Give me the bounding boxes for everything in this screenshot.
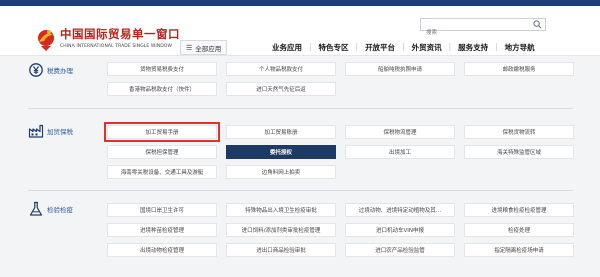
search-box <box>420 18 546 39</box>
app-item[interactable]: 香港物品税款支付（快件） <box>107 82 217 96</box>
all-apps-button[interactable]: ☰ 全部应用 <box>180 40 228 55</box>
app-item[interactable]: 货物贸易税费支付 <box>107 62 217 76</box>
factory-icon <box>28 124 44 138</box>
app-item[interactable]: 个人物品税款支付 <box>226 62 336 76</box>
nav-local-navigation[interactable]: 地方导航 <box>505 42 535 53</box>
nav-business-apps[interactable]: 业务应用 <box>272 42 302 53</box>
category-header: 加贸保税 <box>28 123 102 139</box>
category-label: 税费办理 <box>47 67 73 75</box>
search-icon[interactable] <box>533 20 542 29</box>
menu-icon: ☰ <box>186 43 193 52</box>
category-divider <box>28 108 573 109</box>
app-item[interactable]: 国境口岸卫生许可 <box>107 203 217 217</box>
nav-open-platform[interactable]: 开放平台 <box>365 42 395 53</box>
app-item[interactable]: 进口农产品检验监管 <box>345 243 455 257</box>
category-header: 检验检疫 <box>28 201 102 217</box>
app-item[interactable]: 邮政缴税服务 <box>464 62 574 76</box>
app-item[interactable]: 特殊物品出入境卫生检疫审批 <box>226 203 336 217</box>
app-item[interactable]: 过境动物、进境特定动植物及其… <box>345 203 455 217</box>
flask-icon <box>29 201 43 216</box>
logo-title[interactable]: 中国国际贸易单一窗口 <box>60 26 180 42</box>
logo-subtitle: CHINA INTERNATIONAL TRADE SINGLE WINDOW <box>60 44 173 49</box>
nav-service-support[interactable]: 服务支持 <box>458 42 488 53</box>
category-label: 加贸保税 <box>47 128 73 136</box>
app-item[interactable]: 出境动物检疫管理 <box>107 243 217 257</box>
app-item[interactable]: 船舶吨税执照申请 <box>345 62 455 76</box>
all-apps-label: 全部应用 <box>195 44 222 53</box>
app-item[interactable]: 进口机动车VIN申报 <box>345 223 455 237</box>
single-window-logo-icon[interactable] <box>35 26 57 52</box>
app-item[interactable]: 海关特殊监管区域 <box>464 145 574 159</box>
app-item[interactable]: 海南零关税设备、交通工具及游艇 <box>107 165 217 179</box>
nav-trade-news[interactable]: 外贸资讯 <box>412 42 442 53</box>
app-item[interactable]: 指定隔离检疫场申请 <box>464 243 574 257</box>
yen-circle-icon <box>29 63 43 77</box>
category-divider <box>28 190 573 191</box>
app-item[interactable]: 保税物流管理 <box>345 125 455 139</box>
category-label: 检验检疫 <box>47 206 73 214</box>
nav-divider: | <box>355 42 359 51</box>
main-nav: 业务应用 | 特色专区 | 开放平台 | 外贸资讯 | 服务支持 | 地方导航 <box>272 42 535 53</box>
app-item[interactable]: 进口天然气先征后返 <box>226 82 336 96</box>
search-input[interactable] <box>421 27 531 39</box>
app-item[interactable]: 进出口商品检验审批 <box>226 243 336 257</box>
category-items: 加工贸易手册 加工贸易账册 保税物流管理 保税货物流转 保税担保管理 委托授权 … <box>104 122 574 179</box>
nav-divider: | <box>309 42 312 51</box>
app-item[interactable]: 检疫处理 <box>464 223 574 237</box>
app-item[interactable]: 边角料网上拍卖 <box>226 165 336 179</box>
category-header: 税费办理 <box>28 62 102 78</box>
app-item[interactable]: 保税担保管理 <box>107 145 217 159</box>
app-item[interactable]: 进境种苗检疫管理 <box>107 223 217 237</box>
nav-divider: | <box>402 42 405 51</box>
nav-featured-zone[interactable]: 特色专区 <box>319 42 349 53</box>
app-item[interactable]: 加工贸易账册 <box>226 125 336 139</box>
app-item[interactable]: 进境粮食检疫检疫管理 <box>464 203 574 217</box>
app-item[interactable]: 出境加工 <box>345 145 455 159</box>
nav-divider: | <box>448 42 452 51</box>
app-item-delegated-authorization[interactable]: 委托授权 <box>226 145 336 159</box>
app-item[interactable]: 进口饲料/添加剂类审批检疫管理 <box>226 223 336 237</box>
site-header: 中国国际贸易单一窗口 CHINA INTERNATIONAL TRADE SIN… <box>0 6 600 56</box>
category-items: 国境口岸卫生许可 特殊物品出入境卫生检疫审批 过境动物、进境特定动植物及其… 进… <box>107 203 574 257</box>
app-item-processing-trade-manual[interactable]: 加工贸易手册 <box>104 122 220 142</box>
nav-divider: | <box>495 42 498 51</box>
app-item[interactable]: 保税货物流转 <box>464 125 574 139</box>
category-items: 货物贸易税费支付 个人物品税款支付 船舶吨税执照申请 邮政缴税服务 香港物品税款… <box>107 62 574 96</box>
